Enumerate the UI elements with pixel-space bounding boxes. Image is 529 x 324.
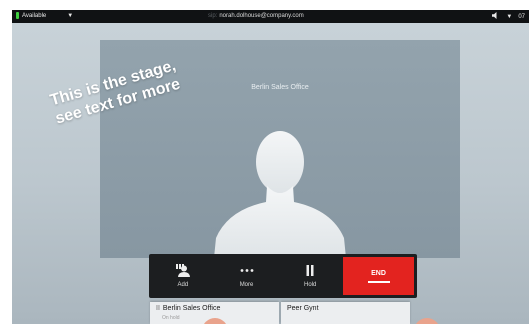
call-tabs: II Berlin Sales Office On hold Peer Gynt xyxy=(150,302,410,324)
volume-icon[interactable] xyxy=(492,12,500,21)
pause-icon xyxy=(306,265,314,276)
person-silhouette-icon xyxy=(214,131,346,258)
presence-selector[interactable]: Available ▼ xyxy=(16,12,73,19)
more-icon xyxy=(240,269,253,272)
call-tab-name: Peer Gynt xyxy=(287,305,319,312)
end-call-button[interactable]: END xyxy=(343,257,414,295)
status-bar: Available ▼ sip: norah.dolhouse@company.c… xyxy=(12,10,529,23)
add-participant-icon xyxy=(175,264,190,277)
status-bar-right: ▼ 07 xyxy=(492,12,525,21)
hold-button[interactable]: Hold xyxy=(279,257,342,295)
call-tab-peer-gynt[interactable]: Peer Gynt xyxy=(281,302,410,324)
clock: 07 xyxy=(518,13,525,20)
add-button[interactable]: Add xyxy=(152,257,214,295)
call-tab-state: On hold xyxy=(162,315,180,321)
device-screen: Available ▼ sip: norah.dolhouse@company.c… xyxy=(12,10,529,324)
add-label: Add xyxy=(177,282,189,288)
volume-chevron-down-icon[interactable]: ▼ xyxy=(506,14,512,20)
paused-icon: II xyxy=(156,305,160,312)
end-label: END xyxy=(371,269,386,277)
user-address-text: norah.dolhouse@company.com xyxy=(219,13,304,19)
call-toolbar: Add More Hold END xyxy=(149,254,417,298)
presence-indicator-icon xyxy=(16,12,19,19)
user-address-prefix: sip: xyxy=(208,13,218,19)
end-bar-icon xyxy=(367,280,390,283)
hold-label: Hold xyxy=(304,282,317,288)
fingertip-right xyxy=(414,318,440,324)
call-tab-name: Berlin Sales Office xyxy=(162,305,221,312)
presence-label: Available xyxy=(22,12,47,19)
chevron-down-icon: ▼ xyxy=(67,12,74,19)
user-address: sip: norah.dolhouse@company.com xyxy=(208,13,304,19)
more-button[interactable]: More xyxy=(215,257,278,295)
more-label: More xyxy=(239,282,254,288)
